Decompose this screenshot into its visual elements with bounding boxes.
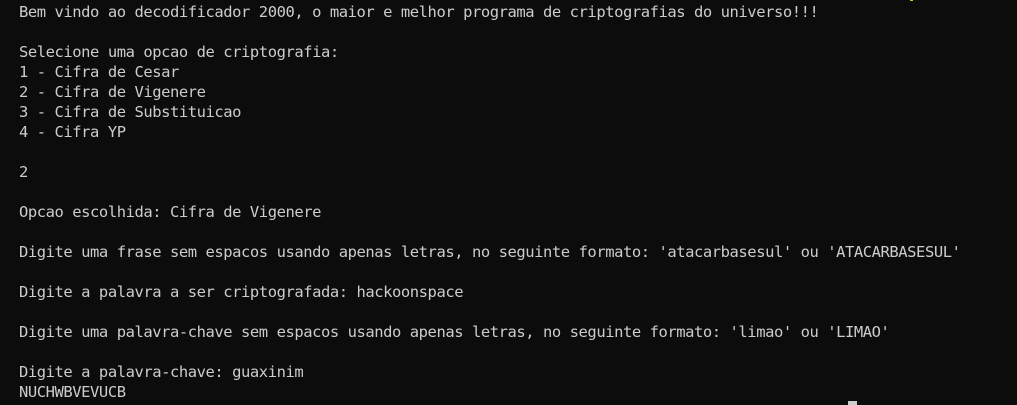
terminal-output: Bem vindo ao decodificador 2000, o maior… <box>19 2 1017 402</box>
welcome-line: Bem vindo ao decodificador 2000, o maior… <box>19 3 819 21</box>
key-instructions-line: Digite uma palavra-chave sem espacos usa… <box>19 323 890 341</box>
menu-option-substituicao: 3 - Cifra de Substituicao <box>19 103 242 121</box>
scroll-artifact <box>910 0 913 1</box>
menu-option-vigenere: 2 - Cifra de Vigenere <box>19 83 206 101</box>
plaintext-input-line: Digite a palavra a ser criptografada: ha… <box>19 283 464 301</box>
terminal-window[interactable]: Bem vindo ao decodificador 2000, o maior… <box>0 0 1017 405</box>
menu-option-yp: 4 - Cifra YP <box>19 123 126 141</box>
menu-prompt-line: Selecione uma opcao de criptografia: <box>19 43 339 61</box>
ciphertext-output-line: NUCHWBVEVUCB <box>19 383 126 401</box>
key-input-line: Digite a palavra-chave: guaxinim <box>19 363 304 381</box>
menu-option-cesar: 1 - Cifra de Cesar <box>19 63 179 81</box>
text-cursor <box>848 401 857 405</box>
phrase-instructions-line: Digite uma frase sem espacos usando apen… <box>19 243 961 261</box>
chosen-option-line: Opcao escolhida: Cifra de Vigenere <box>19 203 321 221</box>
user-choice-line: 2 <box>19 163 28 181</box>
